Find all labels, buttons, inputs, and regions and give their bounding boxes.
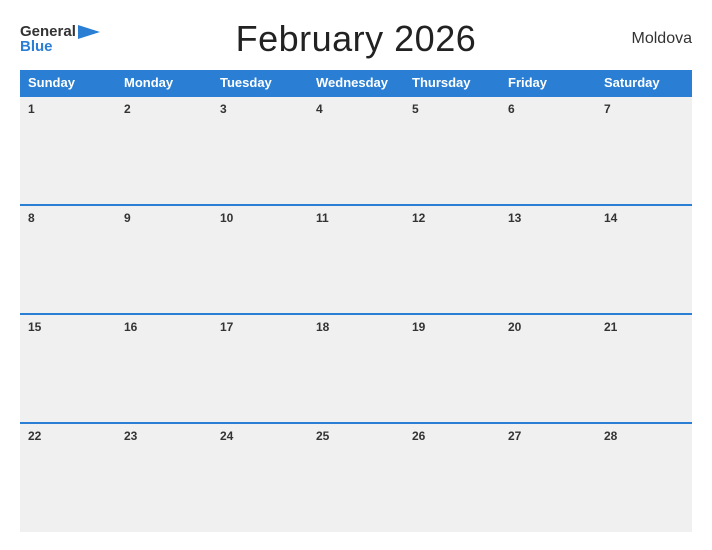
day-number: 5 xyxy=(412,102,419,116)
calendar-day-cell: 19 xyxy=(404,314,500,423)
day-number: 17 xyxy=(220,320,233,334)
calendar-day-cell: 23 xyxy=(116,423,212,532)
calendar-day-cell: 27 xyxy=(500,423,596,532)
day-of-week-header: Saturday xyxy=(596,70,692,96)
day-of-week-header: Tuesday xyxy=(212,70,308,96)
day-number: 1 xyxy=(28,102,35,116)
day-number: 28 xyxy=(604,429,617,443)
day-number: 13 xyxy=(508,211,521,225)
calendar-day-cell: 5 xyxy=(404,96,500,205)
calendar-week-row: 15 16 17 18 19 20 21 xyxy=(20,314,692,423)
calendar-day-cell: 2 xyxy=(116,96,212,205)
country-label: Moldova xyxy=(612,30,692,48)
calendar-day-cell: 26 xyxy=(404,423,500,532)
calendar-day-cell: 6 xyxy=(500,96,596,205)
calendar-day-cell: 3 xyxy=(212,96,308,205)
calendar-table: SundayMondayTuesdayWednesdayThursdayFrid… xyxy=(20,70,692,532)
calendar-header: General Blue February 2026 Moldova xyxy=(20,18,692,60)
day-number: 23 xyxy=(124,429,137,443)
calendar-day-cell: 14 xyxy=(596,205,692,314)
calendar-day-cell: 28 xyxy=(596,423,692,532)
calendar-day-cell: 21 xyxy=(596,314,692,423)
day-number: 18 xyxy=(316,320,329,334)
day-number: 8 xyxy=(28,211,35,225)
calendar-page: General Blue February 2026 Moldova Sunda… xyxy=(0,0,712,550)
calendar-day-cell: 16 xyxy=(116,314,212,423)
logo-flag-icon xyxy=(78,25,100,39)
day-number: 6 xyxy=(508,102,515,116)
day-number: 21 xyxy=(604,320,617,334)
day-number: 10 xyxy=(220,211,233,225)
calendar-week-row: 8 9 10 11 12 13 14 xyxy=(20,205,692,314)
calendar-title: February 2026 xyxy=(100,18,612,60)
logo: General Blue xyxy=(20,24,100,54)
day-of-week-header: Thursday xyxy=(404,70,500,96)
calendar-day-cell: 24 xyxy=(212,423,308,532)
calendar-day-cell: 18 xyxy=(308,314,404,423)
calendar-day-cell: 4 xyxy=(308,96,404,205)
day-number: 20 xyxy=(508,320,521,334)
day-number: 15 xyxy=(28,320,41,334)
day-number: 7 xyxy=(604,102,611,116)
day-number: 4 xyxy=(316,102,323,116)
calendar-day-cell: 15 xyxy=(20,314,116,423)
calendar-day-cell: 10 xyxy=(212,205,308,314)
day-number: 11 xyxy=(316,211,329,225)
calendar-day-cell: 25 xyxy=(308,423,404,532)
calendar-day-cell: 1 xyxy=(20,96,116,205)
day-number: 14 xyxy=(604,211,617,225)
calendar-header-row: SundayMondayTuesdayWednesdayThursdayFrid… xyxy=(20,70,692,96)
day-number: 3 xyxy=(220,102,227,116)
day-number: 24 xyxy=(220,429,233,443)
day-of-week-header: Sunday xyxy=(20,70,116,96)
day-number: 22 xyxy=(28,429,41,443)
day-of-week-header: Friday xyxy=(500,70,596,96)
calendar-day-cell: 22 xyxy=(20,423,116,532)
day-number: 12 xyxy=(412,211,425,225)
day-number: 16 xyxy=(124,320,137,334)
logo-general-text: General xyxy=(20,24,76,39)
calendar-day-cell: 20 xyxy=(500,314,596,423)
day-number: 9 xyxy=(124,211,131,225)
calendar-week-row: 1 2 3 4 5 6 7 xyxy=(20,96,692,205)
calendar-day-cell: 8 xyxy=(20,205,116,314)
day-of-week-header: Wednesday xyxy=(308,70,404,96)
day-of-week-header: Monday xyxy=(116,70,212,96)
logo-blue-text: Blue xyxy=(20,39,53,54)
calendar-day-cell: 12 xyxy=(404,205,500,314)
calendar-day-cell: 7 xyxy=(596,96,692,205)
day-number: 26 xyxy=(412,429,425,443)
calendar-day-cell: 17 xyxy=(212,314,308,423)
day-number: 27 xyxy=(508,429,521,443)
day-number: 19 xyxy=(412,320,425,334)
calendar-week-row: 22 23 24 25 26 27 28 xyxy=(20,423,692,532)
day-number: 2 xyxy=(124,102,131,116)
calendar-day-cell: 11 xyxy=(308,205,404,314)
calendar-day-cell: 9 xyxy=(116,205,212,314)
day-number: 25 xyxy=(316,429,329,443)
calendar-day-cell: 13 xyxy=(500,205,596,314)
